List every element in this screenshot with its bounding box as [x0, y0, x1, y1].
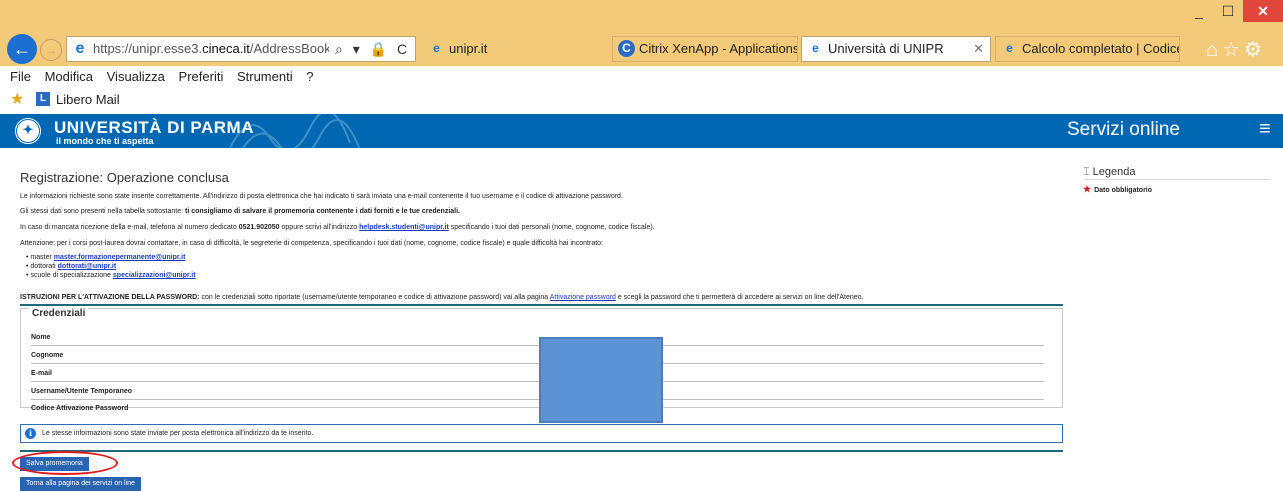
favorite-libero-mail[interactable]: L Libero Mail [36, 92, 120, 108]
credential-row-email: E-mail [31, 365, 1044, 382]
save-reminder-button[interactable]: Salva promemoria [20, 457, 89, 471]
citrix-icon: C [618, 40, 635, 57]
legend-heading: ⌶ Legenda [1083, 166, 1135, 179]
pin-icon: ⌶ [1083, 166, 1090, 178]
hamburger-menu-icon[interactable]: ≡ [1259, 118, 1271, 141]
credential-row-username: Username/Utente Temporaneo [31, 383, 1044, 400]
main-content: Registrazione: Operazione conclusa Le in… [0, 148, 1283, 491]
favorite-label: Libero Mail [56, 92, 120, 107]
university-tagline: il mondo che ti aspetta [56, 136, 154, 146]
info-paragraph-3: In caso di mancata ricezione della e-mai… [20, 224, 655, 231]
helpdesk-email-link[interactable]: helpdesk.studenti@unipr.it [359, 224, 449, 231]
contacts-list: master master.formazionepermanente@unipr… [26, 253, 196, 280]
search-icon[interactable]: ⌕ [335, 41, 343, 57]
specializzazioni-email-link[interactable]: specializzazioni@unipr.it [113, 272, 196, 279]
p2-bold: ti consigliamo di salvare il promemoria … [184, 208, 460, 215]
required-star-icon: ★ [1083, 184, 1092, 194]
toolbar-icons[interactable]: ⌂☆⚙ [1206, 37, 1266, 62]
list-item: master master.formazionepermanente@unipr… [26, 253, 196, 262]
required-label: Dato obbligatorio [1094, 187, 1153, 194]
university-name[interactable]: UNIVERSITÀ DI PARMA [54, 118, 254, 138]
master-email-link[interactable]: master.formazionepermanente@unipr.it [54, 254, 186, 261]
dottorati-email-link[interactable]: dottorati@unipr.it [58, 263, 117, 270]
tab-citrix[interactable]: C Citrix XenApp - Applications [612, 36, 798, 62]
favorites-star-icon[interactable]: ★ [10, 88, 24, 112]
window-title-bar: _ ☐ ✕ [0, 0, 1283, 30]
university-seal-logo[interactable]: ✦ [14, 117, 42, 145]
close-window-button[interactable]: ✕ [1243, 0, 1283, 22]
divider [1083, 179, 1271, 180]
tab-label: Citrix XenApp - Applications [639, 41, 798, 56]
ie-icon: e [75, 40, 85, 57]
header-decoration [229, 114, 361, 148]
page-title: Registrazione: Operazione conclusa [20, 170, 229, 185]
required-field-legend: ★ Dato obbligatorio [1083, 184, 1152, 195]
tab-label: unipr.it [449, 41, 488, 56]
info-icon: i [25, 428, 36, 439]
url-text[interactable]: https://unipr.esse3.cineca.it/AddressBoo… [93, 37, 329, 61]
favorites-bar: ★ L Libero Mail [0, 88, 1283, 112]
p2-text: Gli stessi dati sono presenti nella tabe… [20, 208, 185, 215]
p3-text-b: oppure scrivi all'indirizzo [279, 224, 360, 231]
menu-preferiti[interactable]: Preferiti [179, 66, 224, 88]
address-tools: ⌕ ▾ 🔒 C [335, 37, 413, 61]
address-bar[interactable]: e https://unipr.esse3.cineca.it/AddressB… [66, 36, 416, 62]
menu-file[interactable]: File [10, 66, 31, 88]
libero-icon: L [36, 92, 50, 106]
list-item: dottorati dottorati@unipr.it [26, 262, 196, 271]
credential-row-nome: Nome [31, 329, 1044, 346]
instructions-heading: ISTRUZIONI PER L'ATTIVAZIONE DELLA PASSW… [20, 294, 200, 301]
credential-row-cognome: Cognome [31, 347, 1044, 364]
password-instructions: ISTRUZIONI PER L'ATTIVAZIONE DELLA PASSW… [20, 294, 864, 301]
legend-title: Legenda [1092, 166, 1136, 178]
redaction-box [539, 337, 663, 423]
services-title: Servizi online [1067, 119, 1180, 140]
menu-strumenti[interactable]: Strumenti [237, 66, 293, 88]
tab-label: Calcolo completato | CodiceFi... [1022, 41, 1179, 56]
credentials-fieldset: Credenziali Nome Cognome E-mail Username… [20, 308, 1063, 423]
list-item: scuole di specializzazione specializzazi… [26, 271, 196, 280]
p3-text-c: specificando i tuoi dati personali (nome… [448, 224, 655, 231]
back-to-services-button[interactable]: Torna alla pagina dei servizi on line [20, 477, 141, 491]
lock-icon[interactable]: 🔒 [370, 41, 387, 57]
tab-codice-fiscale[interactable]: e Calcolo completato | CodiceFi... [995, 36, 1180, 62]
close-tab-icon[interactable]: ✕ [973, 37, 984, 61]
divider [20, 450, 1063, 452]
ie-icon: e [1006, 41, 1013, 55]
notice-text: Le stesse informazioni sono state inviat… [42, 430, 314, 437]
ie-icon: e [433, 41, 440, 55]
instructions-text-a: con le credenziali sotto riportate (user… [199, 294, 550, 301]
forward-button[interactable]: → [40, 39, 62, 61]
navigation-bar: ← → e https://unipr.esse3.cineca.it/Addr… [0, 30, 1283, 66]
email-sent-notice: i Le stesse informazioni sono state invi… [20, 424, 1063, 443]
info-paragraph-4: Attenzione: per i corsi post-laurea dovr… [20, 240, 604, 247]
refresh-icon[interactable]: C [397, 41, 407, 57]
site-header: ✦ UNIVERSITÀ DI PARMA il mondo che ti as… [0, 114, 1283, 148]
info-paragraph-2: Gli stessi dati sono presenti nella tabe… [20, 208, 460, 215]
maximize-button[interactable]: ☐ [1214, 0, 1242, 22]
dropdown-icon[interactable]: ▾ [353, 41, 360, 57]
info-paragraph-1: Le informazioni richieste sono state ins… [20, 193, 623, 200]
divider [20, 304, 1063, 306]
instructions-text-b: e scegli la password che ti permetterà d… [615, 294, 864, 301]
menu-modifica[interactable]: Modifica [45, 66, 93, 88]
credential-row-activation-code: Codice Attivazione Password [31, 405, 129, 412]
menu-help[interactable]: ? [306, 66, 313, 88]
credentials-legend: Credenziali [29, 308, 89, 319]
back-button[interactable]: ← [7, 34, 37, 64]
menu-visualizza[interactable]: Visualizza [107, 66, 165, 88]
tab-unipr[interactable]: e unipr.it [422, 36, 607, 62]
ie-icon: e [812, 41, 819, 55]
p3-text-a: In caso di mancata ricezione della e-mai… [20, 224, 239, 231]
tab-label: Università di UNIPR [828, 41, 944, 56]
menu-bar: File Modifica Visualizza Preferiti Strum… [0, 66, 1283, 88]
activation-password-link[interactable]: Attivazione password [550, 294, 616, 301]
helpdesk-phone: 0521.902050 [238, 224, 280, 231]
minimize-button[interactable]: _ [1185, 0, 1213, 22]
tab-universita-active[interactable]: e Università di UNIPR ✕ [801, 36, 991, 62]
